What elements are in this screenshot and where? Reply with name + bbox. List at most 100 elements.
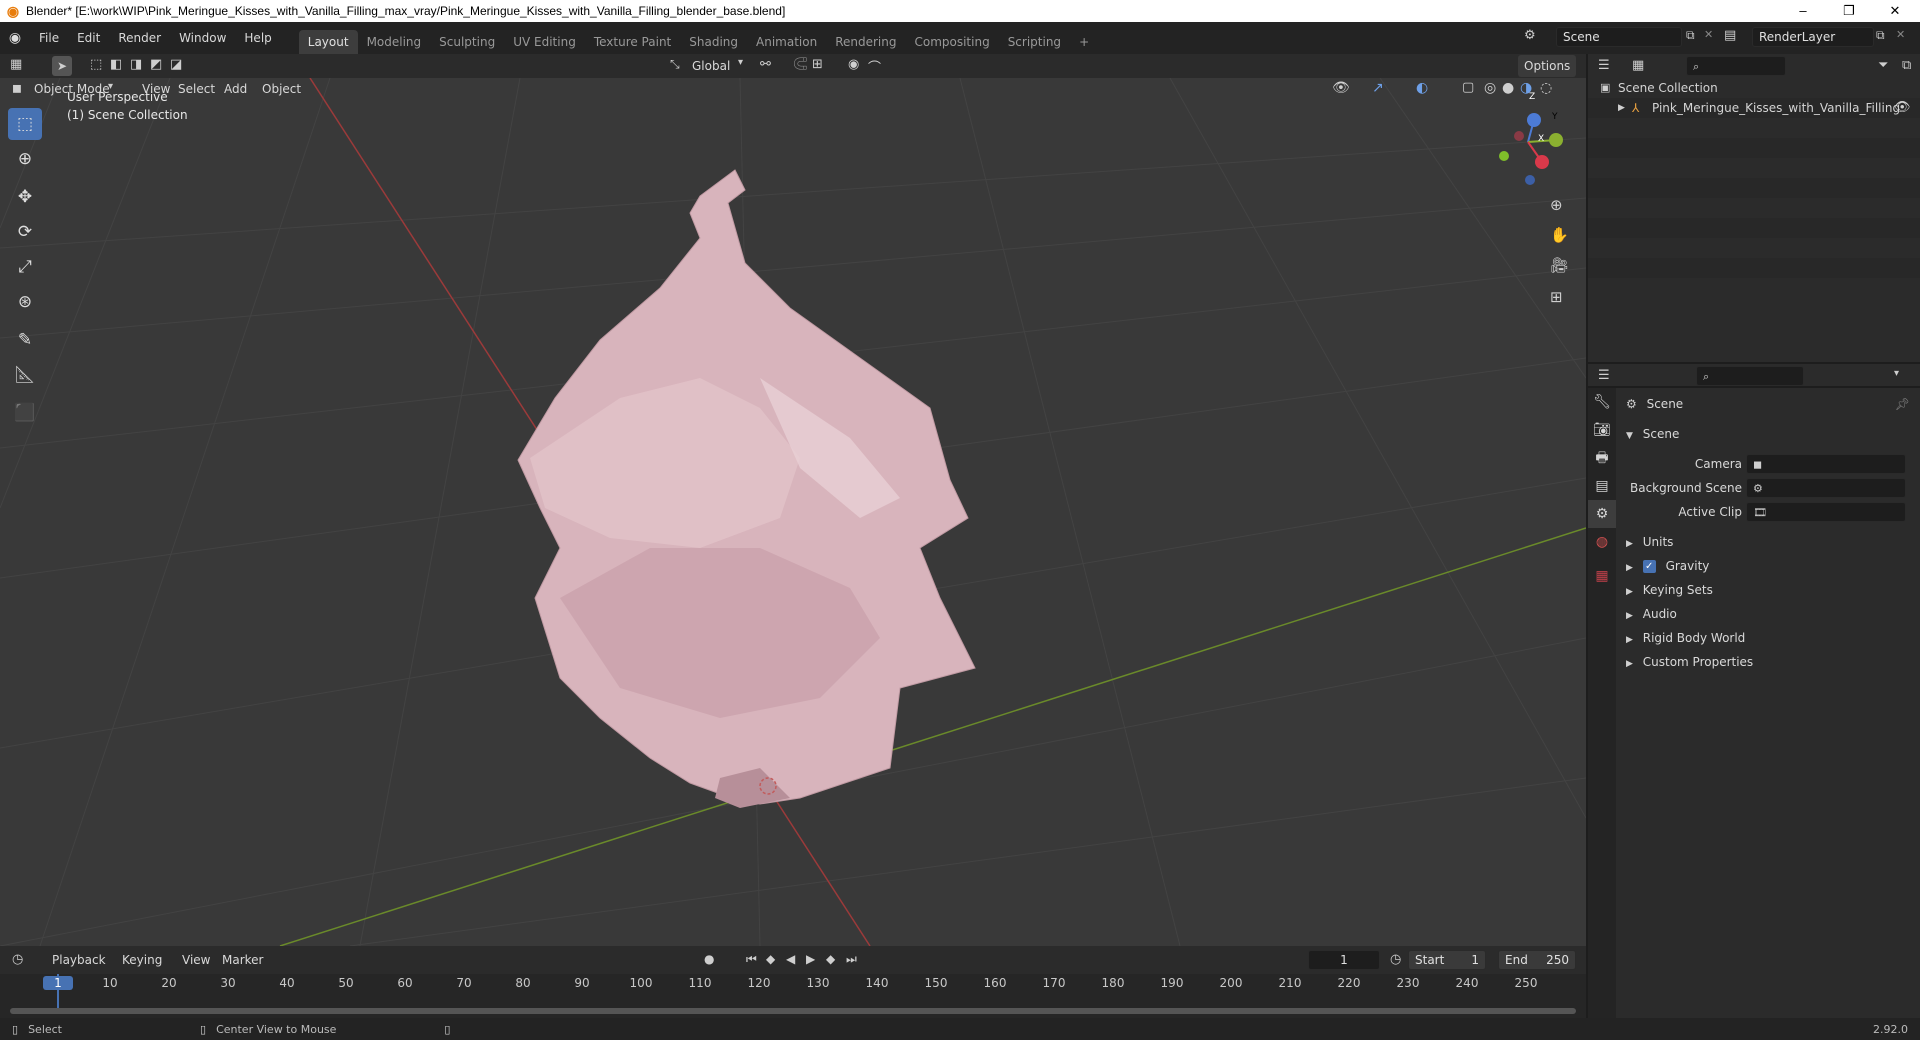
tool-tab-icon[interactable]: 🔧︎ xyxy=(1588,388,1616,416)
clock-icon[interactable]: ◷ xyxy=(12,952,23,967)
restore-button[interactable]: ❐ xyxy=(1826,0,1872,22)
orientation-dropdown[interactable]: Global xyxy=(686,55,736,77)
rigid-body-world-panel-header[interactable]: ▶ Rigid Body World xyxy=(1618,626,1920,650)
annotate-icon[interactable]: ✎ xyxy=(8,324,42,356)
overlays-icon[interactable]: ◐ xyxy=(1416,80,1428,96)
measure-icon[interactable]: 📐︎ xyxy=(8,359,42,391)
mode-new-icon[interactable]: ⬚ xyxy=(90,57,102,72)
chevron-down-icon[interactable]: ▾ xyxy=(1894,368,1899,379)
snap-icon[interactable]: 🧲︎ xyxy=(792,57,809,72)
menu-render[interactable]: Render xyxy=(109,22,170,54)
menu-add[interactable]: Add xyxy=(218,78,253,100)
visibility-eye-icon[interactable]: 👁︎ xyxy=(1332,80,1350,96)
outliner-row-root[interactable]: ▣ Scene Collection xyxy=(1588,78,1920,98)
prev-keyframe-icon[interactable]: ◆ xyxy=(766,952,775,966)
menu-view[interactable]: View xyxy=(176,949,216,971)
eye-visibility-icon[interactable]: 👁︎ xyxy=(1894,98,1911,118)
active-clip-field[interactable]: 🎞︎ xyxy=(1746,502,1906,522)
meringue-mesh[interactable] xyxy=(517,169,976,808)
end-frame-field[interactable]: End 250 xyxy=(1498,950,1576,970)
select-box-icon[interactable]: ⬚ xyxy=(8,108,42,140)
play-reverse-icon[interactable]: ◀ xyxy=(786,952,795,966)
rotate-icon[interactable]: ⟳ xyxy=(8,216,42,248)
next-keyframe-icon[interactable]: ◆ xyxy=(826,952,835,966)
mode-extend-icon[interactable]: ◧ xyxy=(110,57,122,72)
scene-tab-icon[interactable]: ⚙ xyxy=(1588,500,1616,528)
outliner-row-object[interactable]: ▶ ⅄ Pink_Meringue_Kisses_with_Vanilla_Fi… xyxy=(1588,98,1920,118)
gravity-checkbox[interactable]: ✓ xyxy=(1642,560,1656,573)
start-frame-field[interactable]: Start 1 xyxy=(1408,950,1486,970)
output-tab-icon[interactable]: 🖶 xyxy=(1588,444,1616,472)
camera-field[interactable]: ◼ xyxy=(1746,454,1906,474)
menu-select[interactable]: Select xyxy=(172,78,221,100)
zoom-icon[interactable]: ⊕ xyxy=(1550,196,1563,214)
new-scene-icon[interactable]: ⧉ xyxy=(1686,28,1695,43)
view-layer-tab-icon[interactable]: ▤ xyxy=(1588,472,1616,500)
tab-compositing[interactable]: Compositing xyxy=(905,30,998,54)
scene-selector[interactable]: Scene xyxy=(1556,27,1682,47)
menu-marker[interactable]: Marker xyxy=(216,949,269,971)
add-workspace-button[interactable]: + xyxy=(1070,30,1098,54)
3d-viewport[interactable]: User Perspective (1) Scene Collection Z … xyxy=(0,78,1586,946)
mode-subtract-icon[interactable]: ◨ xyxy=(130,57,142,72)
minimize-button[interactable]: – xyxy=(1780,0,1826,22)
transform-icon[interactable]: ⊛ xyxy=(8,286,42,318)
pivot-icon[interactable]: ⚯ xyxy=(760,57,771,72)
options-dropdown[interactable]: Options xyxy=(1518,55,1577,77)
menu-object[interactable]: Object xyxy=(256,78,307,100)
mode-invert-icon[interactable]: ◩ xyxy=(150,57,162,72)
tab-layout[interactable]: Layout xyxy=(298,30,358,54)
tab-modeling[interactable]: Modeling xyxy=(358,30,431,54)
keying-sets-panel-header[interactable]: ▶ Keying Sets xyxy=(1618,578,1920,602)
gizmo-toggle-icon[interactable]: ↗ xyxy=(1372,80,1384,96)
properties-editor-icon[interactable]: ☰ xyxy=(1598,368,1610,383)
scene-panel-header[interactable]: ▼ Scene xyxy=(1618,422,1920,446)
camera-view-icon[interactable]: 🎥︎ xyxy=(1550,256,1569,274)
display-mode-icon[interactable]: ▦ xyxy=(1632,58,1644,73)
editor-type-icon[interactable]: ▦ xyxy=(10,57,22,72)
move-icon[interactable]: ✥ xyxy=(8,181,42,213)
tab-shading[interactable]: Shading xyxy=(680,30,747,54)
custom-properties-panel-header[interactable]: ▶ Custom Properties xyxy=(1618,650,1920,674)
new-view-layer-icon[interactable]: ⧉ xyxy=(1876,28,1885,43)
record-icon[interactable]: ● xyxy=(704,952,714,966)
pan-hand-icon[interactable]: ✋ xyxy=(1550,226,1569,244)
outliner-editor-icon[interactable]: ☰ xyxy=(1598,58,1610,73)
delete-scene-icon[interactable]: ✕ xyxy=(1704,28,1713,41)
menu-help[interactable]: Help xyxy=(235,22,280,54)
delete-view-layer-icon[interactable]: ✕ xyxy=(1896,28,1905,41)
pin-icon[interactable]: 📌︎ xyxy=(1895,392,1910,416)
expand-arrow-icon[interactable]: ▶ xyxy=(1618,98,1625,118)
outliner-search-input[interactable]: ⌕ xyxy=(1686,56,1786,76)
navigation-gizmo[interactable] xyxy=(1499,113,1563,185)
rendered-shading-icon[interactable]: ◌ xyxy=(1540,80,1552,96)
ortho-toggle-icon[interactable]: ⊞ xyxy=(1550,288,1563,306)
snap-target-icon[interactable]: ⊞ xyxy=(812,57,823,72)
object-mode-dropdown[interactable]: Object Mode xyxy=(28,78,116,100)
stopwatch-icon[interactable]: ◷ xyxy=(1390,952,1401,967)
menu-edit[interactable]: Edit xyxy=(68,22,109,54)
units-panel-header[interactable]: ▶ Units xyxy=(1618,530,1920,554)
wireframe-shading-icon[interactable]: ◎ xyxy=(1484,80,1496,96)
menu-view[interactable]: View xyxy=(136,78,176,100)
texture-tab-icon[interactable]: ▦ xyxy=(1588,562,1616,590)
cursor-icon[interactable]: ⊕ xyxy=(8,143,42,175)
gravity-panel-header[interactable]: ▶ ✓ Gravity xyxy=(1618,554,1920,578)
timeline-scrollbar[interactable] xyxy=(10,1008,1576,1014)
mode-intersect-icon[interactable]: ◪ xyxy=(170,57,182,72)
jump-end-icon[interactable]: ⏭ xyxy=(846,952,857,967)
solid-shading-icon[interactable]: ● xyxy=(1502,80,1514,96)
falloff-icon[interactable]: ⌒ xyxy=(868,57,881,76)
proportional-edit-icon[interactable]: ◉ xyxy=(848,57,859,72)
menu-playback[interactable]: Playback xyxy=(46,949,112,971)
render-tab-icon[interactable]: 📷︎ xyxy=(1588,416,1616,444)
material-shading-icon[interactable]: ◑ xyxy=(1520,80,1532,96)
tab-scripting[interactable]: Scripting xyxy=(999,30,1070,54)
play-icon[interactable]: ▶ xyxy=(806,952,815,966)
tab-texture-paint[interactable]: Texture Paint xyxy=(585,30,680,54)
close-button[interactable]: ✕ xyxy=(1872,0,1918,22)
xray-icon[interactable]: ▢ xyxy=(1462,80,1474,95)
scale-icon[interactable]: ⤢ xyxy=(8,251,42,283)
tab-sculpting[interactable]: Sculpting xyxy=(430,30,504,54)
select-tool-icon[interactable]: ➤ xyxy=(52,56,72,76)
